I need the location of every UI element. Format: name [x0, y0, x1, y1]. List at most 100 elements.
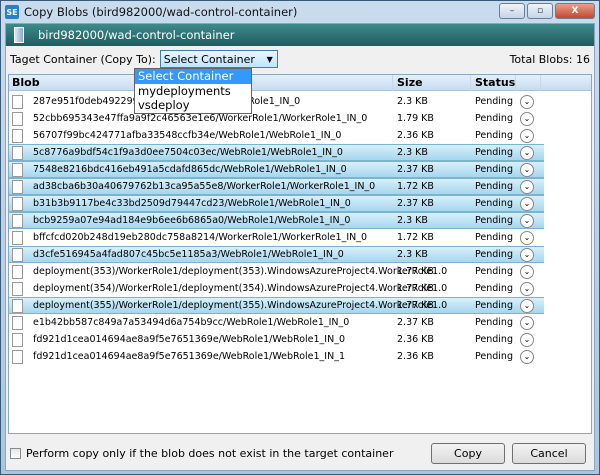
table-row[interactable]: bffcfcd020b248d19eb280dc758a8214/WorkerR… — [9, 229, 544, 246]
status-cell: Pending — [475, 334, 513, 345]
file-icon — [12, 298, 23, 313]
expand-chevron-icon[interactable]: ⌄ — [520, 111, 534, 126]
table-row[interactable]: 52cbb695343e47ffa9a9f2c46563e1e6/WorkerR… — [9, 110, 544, 127]
status-cell: Pending — [475, 300, 513, 311]
blob-name: 7548e8216bdc416eb491a5cdafd865dc/WebRole… — [33, 164, 347, 175]
minimize-button[interactable]: – — [499, 3, 525, 19]
dropdown-option[interactable]: vsdeploy — [135, 98, 251, 113]
size-cell: 2.36 KB — [397, 130, 434, 141]
selected-value: Select Container — [163, 52, 255, 66]
size-cell: 2.3 KB — [397, 215, 428, 226]
blob-cell: bffcfcd020b248d19eb280dc758a8214/WorkerR… — [9, 230, 393, 245]
expand-chevron-icon[interactable]: ⌄ — [520, 230, 534, 245]
table-row[interactable]: 56707f99bc424771afba33548ccfb34e/WebRole… — [9, 127, 544, 144]
expand-chevron-icon[interactable]: ⌄ — [520, 349, 534, 364]
table-row[interactable]: e1b42bb587c849a7a53494d6a754b9cc/WebRole… — [9, 314, 544, 331]
column-size[interactable]: Size — [393, 74, 471, 91]
blob-cell: fd921d1cea014694ae8a9f5e7651369e/WebRole… — [9, 332, 393, 347]
toolbar: Taget Container (Copy To): Select Contai… — [6, 46, 594, 72]
blob-name: bffcfcd020b248d19eb280dc758a8214/WorkerR… — [33, 232, 368, 243]
blob-cell: d3cfe516945a4fad807c45bc5e1185a3/WebRole… — [9, 247, 393, 262]
table-row[interactable]: deployment(354)/WorkerRole1/deployment(3… — [9, 280, 544, 297]
expand-chevron-icon[interactable]: ⌄ — [520, 196, 534, 211]
expand-chevron-icon[interactable]: ⌄ — [520, 281, 534, 296]
blob-name: deployment(353)/WorkerRole1/deployment(3… — [33, 266, 448, 277]
blob-cell: bcb9259a07e94ad184e9b6ee6b6865a0/WebRole… — [9, 213, 393, 228]
table-row[interactable]: d3cfe516945a4fad807c45bc5e1185a3/WebRole… — [9, 246, 544, 263]
size-cell: 2.3 KB — [397, 96, 428, 107]
target-container-label: Taget Container (Copy To): — [10, 52, 156, 66]
column-status[interactable]: Status — [471, 74, 516, 91]
size-cell: 2.36 KB — [397, 334, 434, 345]
container-dropdown-list: Select Container mydeployments vsdeploy — [134, 68, 252, 114]
container-icon — [14, 27, 24, 43]
checkbox-label: Perform copy only if the blob does not e… — [26, 446, 394, 460]
close-button[interactable]: X — [555, 3, 595, 19]
size-cell: 2.37 KB — [397, 317, 434, 328]
table-row[interactable]: fd921d1cea014694ae8a9f5e7651369e/WebRole… — [9, 348, 544, 365]
blob-cell: fd921d1cea014694ae8a9f5e7651369e/WebRole… — [9, 349, 393, 364]
table-row[interactable]: 5c8776a9bdf54c1f9a3d0ee7504c03ec/WebRole… — [9, 144, 544, 161]
file-icon — [12, 213, 23, 228]
table-row[interactable]: b31b3b9117be4c33bd2509d79447cd23/WebRole… — [9, 195, 544, 212]
target-container-select[interactable]: Select Container ▼ — [159, 50, 278, 68]
dropdown-option[interactable]: Select Container — [135, 69, 251, 84]
expand-chevron-icon[interactable]: ⌄ — [520, 247, 534, 262]
window-title: Copy Blobs (bird982000/wad-control-conta… — [24, 5, 298, 19]
table-row[interactable]: bcb9259a07e94ad184e9b6ee6b6865a0/WebRole… — [9, 212, 544, 229]
blob-cell: deployment(353)/WorkerRole1/deployment(3… — [9, 264, 447, 279]
table-row[interactable]: ad38cba6b30a40679762b13ca95a55e8/WorkerR… — [9, 178, 544, 195]
blob-name: 56707f99bc424771afba33548ccfb34e/WebRole… — [33, 130, 342, 141]
cancel-button[interactable]: Cancel — [512, 443, 586, 464]
expand-chevron-icon[interactable]: ⌄ — [520, 145, 534, 160]
blob-name: ad38cba6b30a40679762b13ca95a55e8/WorkerR… — [33, 181, 376, 192]
blob-cell: 7548e8216bdc416eb491a5cdafd865dc/WebRole… — [9, 162, 393, 177]
file-icon — [12, 230, 23, 245]
status-cell: Pending — [475, 164, 513, 175]
size-cell: 1.79 KB — [397, 113, 434, 124]
table-row[interactable]: fd921d1cea014694ae8a9f5e7651369e/WebRole… — [9, 331, 544, 348]
expand-chevron-icon[interactable]: ⌄ — [520, 315, 534, 330]
status-cell: Pending — [475, 351, 513, 362]
file-icon — [12, 332, 23, 347]
expand-chevron-icon[interactable]: ⌄ — [520, 298, 534, 313]
status-cell: Pending — [475, 266, 513, 277]
expand-chevron-icon[interactable]: ⌄ — [520, 332, 534, 347]
expand-chevron-icon[interactable]: ⌄ — [520, 264, 534, 279]
status-cell: Pending — [475, 215, 513, 226]
file-icon — [12, 179, 23, 194]
file-icon — [12, 349, 23, 364]
blob-cell: b31b3b9117be4c33bd2509d79447cd23/WebRole… — [9, 196, 393, 211]
dropdown-option[interactable]: mydeployments — [135, 84, 251, 99]
table-row[interactable]: deployment(355)/WorkerRole1/deployment(3… — [9, 297, 544, 314]
status-cell: Pending — [475, 147, 513, 158]
maximize-button[interactable]: ▫ — [527, 3, 553, 19]
blob-grid: Blob Size Status 287e951f0deb492299e98c6… — [8, 74, 592, 434]
blob-name: fd921d1cea014694ae8a9f5e7651369e/WebRole… — [33, 334, 346, 345]
copy-if-not-exists-checkbox[interactable] — [10, 447, 21, 459]
blob-name: fd921d1cea014694ae8a9f5e7651369e/WebRole… — [33, 351, 346, 362]
blob-name: d3cfe516945a4fad807c45bc5e1185a3/WebRole… — [33, 249, 344, 260]
size-cell: 2.3 KB — [397, 249, 428, 260]
table-row[interactable]: 7548e8216bdc416eb491a5cdafd865dc/WebRole… — [9, 161, 544, 178]
copy-button[interactable]: Copy — [431, 443, 505, 464]
blob-cell: deployment(354)/WorkerRole1/deployment(3… — [9, 281, 447, 296]
status-cell: Pending — [475, 113, 513, 124]
size-cell: 2.37 KB — [397, 198, 434, 209]
expand-chevron-icon[interactable]: ⌄ — [520, 179, 534, 194]
expand-chevron-icon[interactable]: ⌄ — [520, 94, 534, 109]
blob-cell: deployment(355)/WorkerRole1/deployment(3… — [9, 298, 447, 313]
size-cell: 2.3 KB — [397, 147, 428, 158]
status-cell: Pending — [475, 283, 513, 294]
table-row[interactable]: deployment(353)/WorkerRole1/deployment(3… — [9, 263, 544, 280]
container-path: bird982000/wad-control-container — [38, 28, 235, 42]
expand-chevron-icon[interactable]: ⌄ — [520, 128, 534, 143]
table-row[interactable]: 287e951f0deb492299e98c67/WebRole1/WebRol… — [9, 93, 544, 110]
size-cell: 1.72 KB — [397, 232, 434, 243]
expand-chevron-icon[interactable]: ⌄ — [520, 162, 534, 177]
expand-chevron-icon[interactable]: ⌄ — [520, 213, 534, 228]
file-icon — [12, 94, 23, 109]
blob-name: 52cbb695343e47ffa9a9f2c46563e1e6/WorkerR… — [33, 113, 368, 124]
dropdown-arrow-icon: ▼ — [266, 54, 273, 64]
size-cell: 1.77 KB — [397, 266, 434, 277]
